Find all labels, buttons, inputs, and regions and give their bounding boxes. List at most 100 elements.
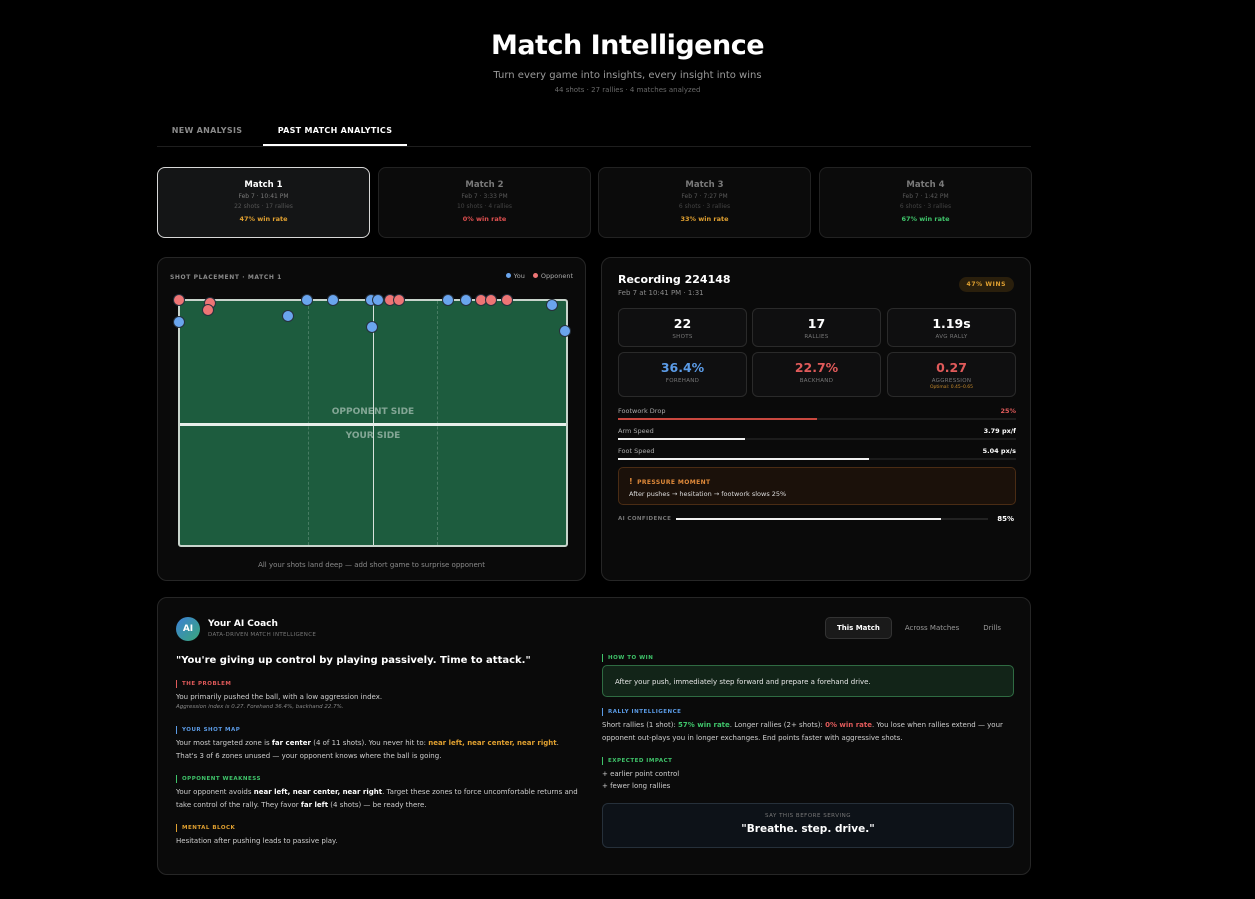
opponent-shot-marker	[393, 294, 405, 306]
opponent-shot-marker	[485, 294, 497, 306]
legend-opponent: Opponent	[532, 272, 573, 280]
serve-mantra-box: SAY THIS BEFORE SERVING "Breathe. step. …	[602, 803, 1014, 848]
legend-you: You	[505, 272, 525, 280]
you-shot-marker	[460, 294, 472, 306]
bar-track	[618, 418, 1016, 420]
match-card-4[interactable]: Match 4 Feb 7 · 1:42 PM 6 shots · 3 rall…	[819, 167, 1032, 238]
bar-fill	[618, 438, 746, 440]
tab-drills[interactable]: Drills	[972, 617, 1012, 639]
coach-quote: "You're giving up control by playing pas…	[176, 655, 531, 666]
shot-map-text-part: (4 of 11 shots). You never hit to:	[310, 739, 429, 747]
how-to-win-title: HOW TO WIN	[602, 654, 1007, 662]
long-rally-win-rate: 0% win rate	[825, 721, 872, 729]
recording-date: Feb 7 at 10:41 PM · 1:31	[618, 289, 704, 297]
bar-fill	[618, 418, 817, 420]
rally-intelligence-text: Short rallies (1 shot): 57% win rate. Lo…	[602, 719, 1014, 745]
tab-new-analysis[interactable]: NEW ANALYSIS	[157, 120, 257, 146]
shot-placement-title: SHOT PLACEMENT · MATCH 1	[170, 274, 282, 281]
shot-map-top-zone: far center	[271, 739, 311, 747]
bar-track	[618, 458, 1016, 460]
match-card-3[interactable]: Match 3 Feb 7 · 7:27 PM 6 shots · 3 rall…	[598, 167, 811, 238]
problem-note: Aggression index is 0.27. Forehand 36.4%…	[176, 704, 344, 710]
ai-confidence-value: 85%	[997, 515, 1014, 523]
serve-mantra-quote: "Breathe. step. drive."	[741, 823, 875, 835]
stat-avg-rally: 1.19s AVG RALLY	[887, 308, 1016, 347]
match-date: Feb 7 · 3:33 PM	[461, 193, 508, 200]
page-title: Match Intelligence	[490, 30, 765, 61]
mental-block-section: MENTAL BLOCK Hesitation after pushing le…	[176, 824, 581, 848]
your-side-label: YOUR SIDE	[345, 431, 401, 441]
warning-icon: !	[629, 477, 634, 486]
win-badge: 47% WINS	[958, 277, 1014, 292]
stat-optimal-range: Optimal: 0.45–0.65	[929, 385, 974, 390]
stat-value: 36.4%	[660, 360, 705, 375]
expected-impact-list: + earlier point control + fewer long ral…	[602, 768, 1007, 792]
legend-opponent-label: Opponent	[540, 272, 573, 280]
problem-text: You primarily pushed the ball, with a lo…	[176, 693, 383, 701]
stat-label: AGGRESSION	[931, 378, 972, 384]
stat-aggression: 0.27 AGGRESSION Optimal: 0.45–0.65	[887, 352, 1016, 397]
match-card-1[interactable]: Match 1 Feb 7 · 10:41 PM 22 shots · 17 r…	[157, 167, 370, 238]
coach-avatar: AI	[176, 617, 200, 641]
weakness-zones: near left, near center, near right	[253, 788, 383, 796]
view-tabs: NEW ANALYSIS PAST MATCH ANALYTICS	[157, 120, 1031, 147]
footwork-drop-bar: Footwork Drop 25%	[618, 407, 1016, 420]
how-to-win-section: HOW TO WIN	[602, 654, 1007, 662]
foot-speed-bar: Foot Speed 5.04 px/s	[618, 447, 1016, 460]
stat-value: 17	[807, 316, 826, 331]
pressure-title-label: PRESSURE MOMENT	[637, 479, 711, 486]
bar-label: Footwork Drop	[618, 407, 666, 415]
pressure-moment: ! PRESSURE MOMENT After pushes → hesitati…	[618, 467, 1016, 505]
stat-forehand: 36.4% FOREHAND	[618, 352, 747, 397]
match-date: Feb 7 · 7:27 PM	[681, 193, 728, 200]
stat-shots: 22 SHOTS	[618, 308, 747, 347]
match-counts: 22 shots · 17 rallies	[234, 203, 293, 210]
ai-confidence-fill	[676, 518, 942, 520]
court-net	[180, 423, 566, 426]
tab-across-matches[interactable]: Across Matches	[894, 617, 970, 639]
weakness-text-part: Your opponent avoids	[176, 788, 254, 796]
stat-label: FOREHAND	[665, 378, 700, 384]
shot-placement-panel: SHOT PLACEMENT · MATCH 1 You Opponent OP…	[157, 257, 586, 581]
stat-rallies: 17 RALLIES	[752, 308, 881, 347]
problem-section: THE PROBLEM You primarily pushed the bal…	[176, 680, 581, 710]
stat-backhand: 22.7% BACKHAND	[752, 352, 881, 397]
match-date: Feb 7 · 1:42 PM	[902, 193, 949, 200]
tab-this-match[interactable]: This Match	[824, 617, 892, 639]
rally-intelligence-section: RALLY INTELLIGENCE Short rallies (1 shot…	[602, 708, 1014, 745]
stat-value: 1.19s	[932, 316, 971, 331]
bar-label: Foot Speed	[618, 447, 655, 455]
match-win-rate: 33% win rate	[680, 215, 729, 223]
bar-label: Arm Speed	[618, 427, 654, 435]
expected-impact-section: EXPECTED IMPACT + earlier point control …	[602, 757, 1007, 792]
bar-value: 25%	[1000, 407, 1016, 415]
you-shot-marker	[442, 294, 454, 306]
shot-map-title: YOUR SHOT MAP	[176, 726, 581, 734]
coach-subtitle: DATA-DRIVEN MATCH INTELLIGENCE	[208, 632, 317, 638]
stat-label: AVG RALLY	[935, 334, 968, 340]
stat-label: SHOTS	[672, 334, 693, 340]
match-card-2[interactable]: Match 2 Feb 7 · 3:33 PM 10 shots · 4 ral…	[378, 167, 591, 238]
match-win-rate: 67% win rate	[901, 215, 950, 223]
match-counts: 6 shots · 3 rallies	[899, 203, 952, 210]
tab-past-match-analytics[interactable]: PAST MATCH ANALYTICS	[263, 120, 407, 146]
match-name: Match 4	[906, 180, 945, 190]
shot-map-missed-zones: near left, near center, near right	[428, 739, 557, 747]
coach-name: Your AI Coach	[208, 619, 278, 629]
match-counts: 10 shots · 4 rallies	[456, 203, 513, 210]
summary-stats: 44 shots · 27 rallies · 4 matches analyz…	[554, 86, 701, 94]
opponent-weakness-text: Your opponent avoids near left, near cen…	[176, 786, 581, 812]
opponent-weakness-title: OPPONENT WEAKNESS	[176, 775, 581, 783]
stat-label: RALLIES	[804, 334, 829, 340]
shot-legend: You Opponent	[505, 272, 573, 280]
rally-text-part: . Longer rallies (2+ shots):	[729, 721, 826, 729]
how-to-win-box: After your push, immediately step forwar…	[602, 665, 1014, 697]
bar-fill	[618, 458, 869, 460]
serve-mantra-label: SAY THIS BEFORE SERVING	[765, 813, 851, 819]
coach-tabs: This Match Across Matches Drills	[824, 617, 1012, 639]
shot-map-text: Your most targeted zone is far center (4…	[176, 737, 581, 763]
stat-value: 22.7%	[794, 360, 839, 375]
stat-value: 22	[673, 316, 692, 331]
weakness-text-part: (4 shots) — be ready there.	[328, 801, 427, 809]
short-rally-win-rate: 57% win rate	[678, 721, 730, 729]
